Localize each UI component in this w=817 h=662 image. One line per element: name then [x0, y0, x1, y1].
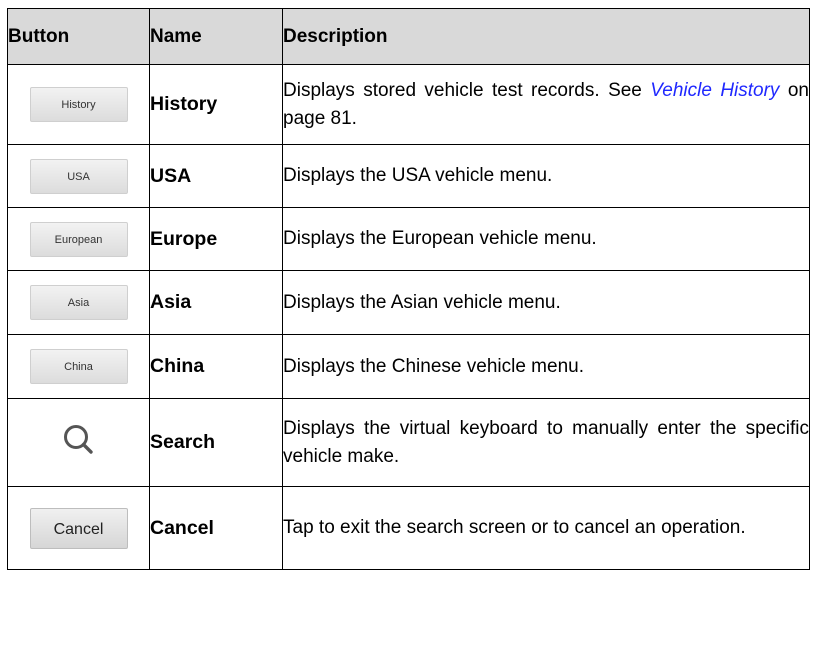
row-description: Displays the European vehicle menu.: [282, 207, 810, 271]
header-name: Name: [149, 8, 283, 65]
button-cell: China: [7, 334, 150, 399]
table-header-row: Button Name Description: [7, 8, 810, 65]
table-row: Search Displays the virtual keyboard to …: [7, 398, 810, 487]
european-button[interactable]: European: [29, 221, 128, 257]
history-button[interactable]: History: [29, 87, 128, 122]
button-reference-table: Button Name Description History History …: [7, 8, 810, 570]
usa-button[interactable]: USA: [29, 158, 128, 194]
header-button: Button: [7, 8, 150, 65]
row-name: China: [149, 334, 283, 399]
row-name: Asia: [149, 270, 283, 335]
asia-button[interactable]: Asia: [29, 285, 128, 320]
row-description: Displays the virtual keyboard to manuall…: [282, 398, 810, 487]
vehicle-history-link[interactable]: Vehicle History: [650, 80, 779, 101]
button-cell: Cancel: [7, 486, 150, 570]
button-cell: USA: [7, 144, 150, 208]
china-button[interactable]: China: [29, 349, 128, 384]
row-description: Tap to exit the search screen or to canc…: [282, 486, 810, 570]
desc-text: Displays stored vehicle test records. Se…: [283, 79, 651, 101]
button-cell: Asia: [7, 270, 150, 335]
search-icon[interactable]: [60, 421, 98, 459]
table-row: Cancel Cancel Tap to exit the search scr…: [7, 486, 810, 570]
button-cell: History: [7, 64, 150, 145]
row-name: USA: [149, 144, 283, 208]
row-name: Europe: [149, 207, 283, 271]
table-row: USA USA Displays the USA vehicle menu.: [7, 144, 810, 208]
button-cell: European: [7, 207, 150, 271]
table-row: China China Displays the Chinese vehicle…: [7, 334, 810, 399]
row-name: History: [149, 64, 283, 145]
row-name: Cancel: [149, 486, 283, 570]
cancel-button[interactable]: Cancel: [29, 507, 128, 549]
header-description: Description: [282, 8, 810, 65]
button-cell: [7, 398, 150, 487]
row-description: Displays the Chinese vehicle menu.: [282, 334, 810, 399]
row-name: Search: [149, 398, 283, 487]
table-row: History History Displays stored vehicle …: [7, 64, 810, 145]
row-description: Displays the USA vehicle menu.: [282, 144, 810, 208]
row-description: Displays stored vehicle test records. Se…: [282, 64, 810, 145]
table-row: Asia Asia Displays the Asian vehicle men…: [7, 270, 810, 335]
row-description: Displays the Asian vehicle menu.: [282, 270, 810, 335]
table-row: European Europe Displays the European ve…: [7, 207, 810, 271]
